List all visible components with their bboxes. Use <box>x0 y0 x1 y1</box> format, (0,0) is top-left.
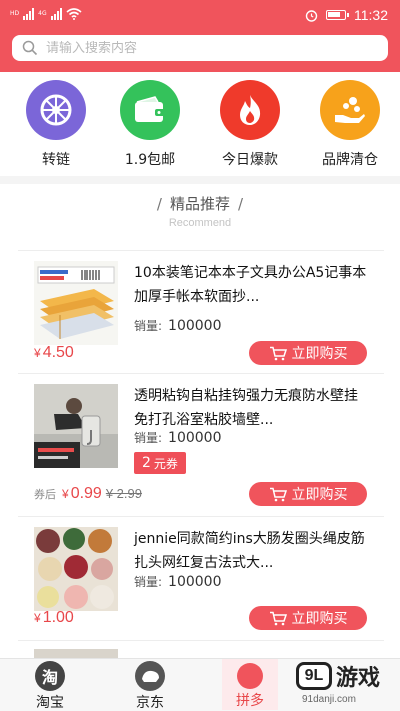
watermark-logo: 9L 游戏 <box>296 660 396 692</box>
divider-slash: / <box>156 195 162 213</box>
sales-label: 销量: <box>134 319 163 333</box>
after-coupon-label: 券后 <box>34 488 56 501</box>
buy-label: 立即购买 <box>291 487 348 503</box>
product-list: 10本装笔记本本子文具办公A5记事本加厚手帐本软面抄... 销量: 100000 … <box>0 238 400 658</box>
currency-symbol: ¥ <box>34 346 41 360</box>
category-hot-today[interactable]: 今日爆款 <box>210 80 290 169</box>
product-title[interactable]: 10本装笔记本本子文具办公A5记事本加厚手帐本软面抄... <box>134 261 370 309</box>
category-label: 品牌清仓 <box>322 152 378 168</box>
currency-symbol: ¥ <box>34 611 41 625</box>
sales-info: 销量: 100000 <box>134 317 222 334</box>
buy-label: 立即购买 <box>291 346 348 362</box>
buy-now-button[interactable]: 立即购买 <box>249 606 367 630</box>
watermark: 9L 游戏 91danji.com <box>296 660 396 708</box>
tab-label: 京东 <box>136 695 164 711</box>
buy-now-button[interactable]: 立即购买 <box>249 482 367 506</box>
category-label: 1.9包邮 <box>124 152 176 168</box>
product-title[interactable]: 透明粘钩自粘挂钩强力无痕防水壁挂免打孔浴室粘胶墙壁... <box>134 384 370 432</box>
product-item[interactable] <box>18 640 384 658</box>
search-input[interactable] <box>46 40 366 56</box>
buy-now-button[interactable]: 立即购买 <box>249 341 367 365</box>
section-header: / 精品推荐 / Recommend <box>0 184 400 238</box>
original-price: ¥ 2.99 <box>105 486 142 501</box>
tab-label: 拼多 <box>236 693 264 709</box>
cart-icon <box>269 611 287 625</box>
tab-label: 淘宝 <box>36 695 64 711</box>
network-tag: 4G <box>38 10 47 17</box>
product-item[interactable]: 透明粘钩自粘挂钩强力无痕防水壁挂免打孔浴室粘胶墙壁... 销量: 100000 2… <box>18 373 384 513</box>
buy-label: 立即购买 <box>291 611 348 627</box>
divider-slash: / <box>238 195 244 213</box>
category-label: 今日爆款 <box>222 152 278 168</box>
tab-pinduoduo[interactable]: 拼多 <box>222 659 278 710</box>
product-price: 券后 ¥0.99 ¥ 2.99 <box>34 485 142 503</box>
currency-symbol: ¥ <box>62 487 69 501</box>
signal-icon <box>23 8 35 20</box>
sales-label: 销量: <box>134 575 163 589</box>
coupon-unit: 元券 <box>153 456 178 471</box>
sales-info: 销量: 100000 <box>134 429 222 446</box>
signal-area: HD 4G <box>10 8 82 20</box>
sales-value: 100000 <box>168 574 222 590</box>
search-icon <box>22 40 38 56</box>
wallet-icon <box>120 80 180 140</box>
product-item[interactable]: jennie同款简约ins大肠发圈头绳皮筋扎头网红复古法式大... 销量: 100… <box>18 516 384 636</box>
product-image <box>34 649 118 658</box>
status-time: 11:32 <box>354 7 388 23</box>
pinduoduo-icon <box>237 663 263 689</box>
app-screen: HD 4G 11:32 请输入搜索内容 转链 1.9包邮 今日爆款 品牌清仓 /… <box>0 0 400 711</box>
battery-icon <box>326 10 349 20</box>
status-right: 11:32 <box>305 7 388 23</box>
coins-hand-icon <box>320 80 380 140</box>
product-item[interactable]: 10本装笔记本本子文具办公A5记事本加厚手帐本软面抄... 销量: 100000 … <box>18 250 384 370</box>
price-value: 4.50 <box>42 344 74 361</box>
product-image <box>34 527 118 611</box>
category-link-convert[interactable]: 转链 <box>16 80 96 169</box>
header: HD 4G 11:32 <box>0 0 400 72</box>
product-title[interactable]: jennie同款简约ins大肠发圈头绳皮筋扎头网红复古法式大... <box>134 527 370 575</box>
product-image <box>34 384 118 468</box>
alarm-icon <box>305 9 318 22</box>
section-subtitle: Recommend <box>168 217 232 229</box>
watermark-brand: 游戏 <box>336 666 381 691</box>
signal-icon <box>50 8 62 20</box>
watermark-badge: 9L <box>296 662 332 690</box>
search-bar[interactable] <box>12 35 388 61</box>
category-label: 转链 <box>42 152 70 168</box>
section-title: / 精品推荐 / <box>0 193 400 214</box>
sales-label: 销量: <box>134 431 163 445</box>
wifi-icon <box>66 8 82 20</box>
tab-taobao[interactable]: 淘 淘宝 <box>20 661 80 711</box>
section-title-text: 精品推荐 <box>169 195 230 213</box>
product-image <box>34 261 118 345</box>
category-row: 转链 1.9包邮 今日爆款 品牌清仓 <box>0 72 400 176</box>
product-price: ¥1.00 <box>34 609 74 627</box>
price-value: 0.99 <box>70 485 102 502</box>
coupon-amount: 2 <box>142 455 151 471</box>
taobao-icon: 淘 <box>35 661 65 691</box>
fire-icon <box>220 80 280 140</box>
cart-icon <box>269 346 287 360</box>
sales-value: 100000 <box>168 318 222 334</box>
watermark-url: 91danji.com <box>302 694 356 705</box>
category-brand-clearance[interactable]: 品牌清仓 <box>310 80 390 169</box>
jd-dog-icon <box>135 661 165 691</box>
coupon-badge[interactable]: 2 元券 <box>134 452 186 474</box>
sales-info: 销量: 100000 <box>134 573 222 590</box>
cart-icon <box>269 487 287 501</box>
sales-value: 100000 <box>168 430 222 446</box>
network-tag: HD <box>10 10 20 17</box>
category-free-shipping[interactable]: 1.9包邮 <box>110 80 190 169</box>
wheel-icon <box>26 80 86 140</box>
tab-jd[interactable]: 京东 <box>120 661 180 711</box>
price-value: 1.00 <box>42 609 74 626</box>
product-price: ¥4.50 <box>34 344 74 362</box>
status-bar: HD 4G 11:32 <box>0 0 400 30</box>
